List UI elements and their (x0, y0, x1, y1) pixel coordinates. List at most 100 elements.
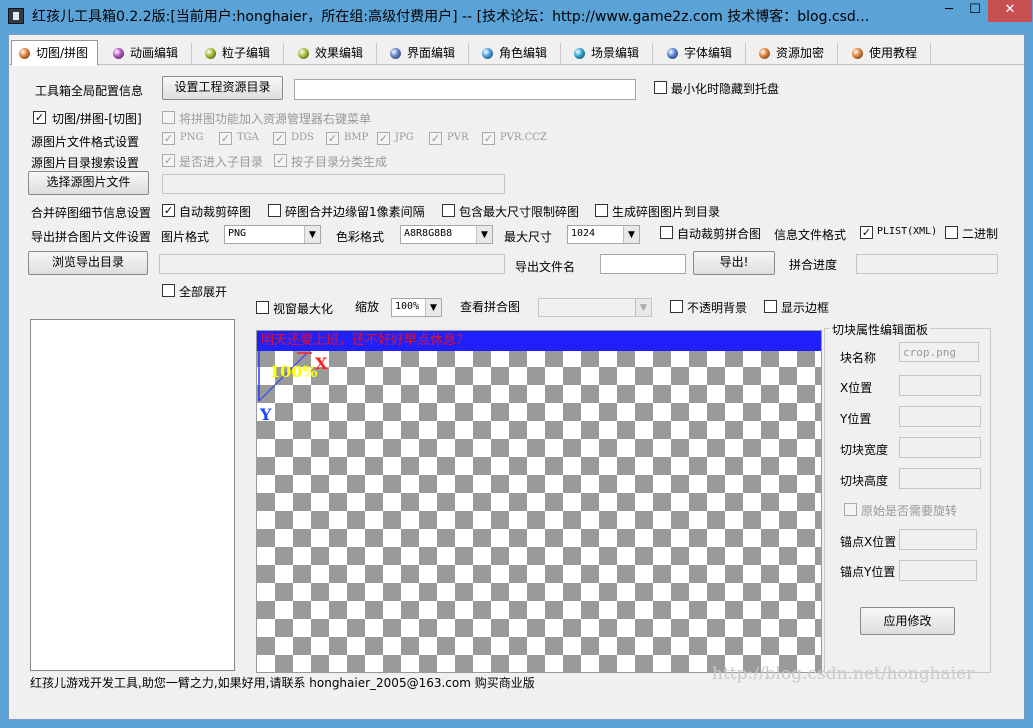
minimize-button[interactable]: ─ (936, 0, 962, 22)
maximize-view-checkbox[interactable] (256, 301, 269, 314)
gen-to-dir-checkbox[interactable] (595, 204, 608, 217)
format-bmp-checkbox[interactable]: ✓ (326, 132, 339, 145)
chevron-down-icon: ▼ (476, 226, 492, 243)
max-size-select[interactable]: 1024 ▼ (567, 225, 640, 244)
tab-label: 切图/拼图 (36, 46, 89, 60)
watermark-text: http://blog.csdn.net/honghaier (712, 664, 975, 684)
maximize-view-label: 视窗最大化 (273, 302, 334, 316)
tab-character[interactable]: 角色编辑 (475, 43, 561, 65)
auto-crop-checkbox[interactable]: ✓ (162, 204, 175, 217)
tile-width-field[interactable] (899, 437, 981, 458)
format-pvrccz-checkbox[interactable]: ✓ (482, 132, 495, 145)
preview-canvas[interactable]: 明天还要上班，还不好好早点休息？ 100% X Y (256, 330, 822, 673)
tile-name-label: 块名称 (840, 351, 877, 365)
format-jpg-label: JPG (395, 132, 414, 143)
tab-encrypt[interactable]: 资源加密 (752, 43, 838, 65)
export-name-field[interactable] (600, 254, 686, 274)
format-png-checkbox[interactable]: ✓ (162, 132, 175, 145)
tab-crop[interactable]: 切图/拼图 (11, 40, 98, 66)
browse-export-button[interactable]: 浏览导出目录 (28, 251, 148, 275)
format-dds-checkbox[interactable]: ✓ (273, 132, 286, 145)
tab-particle[interactable]: 粒子编辑 (198, 43, 284, 65)
tile-height-field[interactable] (899, 468, 981, 489)
edge-pad-label: 碎图合并边缘留1像素间隔 (285, 205, 425, 219)
format-pvr-checkbox[interactable]: ✓ (429, 132, 442, 145)
project-dir-field[interactable] (294, 79, 636, 100)
anchor-y-field[interactable] (899, 560, 977, 581)
close-button[interactable]: ✕ (988, 0, 1032, 22)
tab-tutorial[interactable]: 使用教程 (845, 43, 931, 65)
expand-all-label: 全部展开 (179, 285, 228, 299)
merge-detail-label: 合并碎图细节信息设置 (31, 206, 152, 220)
opaque-bg-checkbox[interactable] (670, 300, 683, 313)
auto-crop-label: 自动裁剪碎图 (179, 205, 252, 219)
rotate-label: 原始是否需要旋转 (861, 504, 958, 518)
maximize-button[interactable]: ☐ (962, 0, 988, 22)
tab-gem-icon (298, 48, 309, 59)
explorer-menu-checkbox[interactable] (162, 111, 175, 124)
show-border-label: 显示边框 (781, 301, 830, 315)
tab-gem-icon (19, 48, 30, 59)
zoom-select[interactable]: 100% ▼ (391, 298, 442, 317)
max-size-value: 1024 (571, 228, 596, 239)
explorer-menu-label: 将拼图功能加入资源管理器右键菜单 (179, 112, 372, 126)
max-size-limit-checkbox[interactable] (442, 204, 455, 217)
merge-progress-bar (856, 254, 998, 274)
tab-gem-icon (113, 48, 124, 59)
subdir-classify-checkbox[interactable]: ✓ (274, 154, 287, 167)
tab-font[interactable]: 字体编辑 (660, 43, 746, 65)
set-project-dir-button[interactable]: 设置工程资源目录 (162, 76, 283, 100)
anchor-x-field[interactable] (899, 529, 977, 550)
expand-all-checkbox[interactable] (162, 284, 175, 297)
export-dir-field[interactable] (159, 254, 505, 274)
image-format-select[interactable]: PNG ▼ (224, 225, 321, 244)
include-subdir-label: 是否进入子目录 (179, 155, 264, 169)
tab-bar: 切图/拼图 动画编辑 粒子编辑 效果编辑 界面编辑 角色编辑 场景编辑 字体编辑… (9, 39, 1024, 66)
plist-label: PLIST(XML) (877, 226, 938, 237)
info-format-label: 信息文件格式 (774, 228, 847, 242)
tab-label: 粒子编辑 (222, 46, 271, 60)
minimize-tray-label: 最小化时隐藏到托盘 (671, 82, 780, 96)
tab-label: 效果编辑 (315, 46, 364, 60)
tab-animation[interactable]: 动画编辑 (106, 43, 192, 65)
source-file-field[interactable] (162, 174, 505, 194)
window-title: 红孩儿工具箱0.2.2版:[当前用户:honghaier，所在组:高级付费用户]… (32, 9, 870, 25)
show-border-checkbox[interactable] (764, 300, 777, 313)
view-merged-select[interactable]: ▼ (538, 298, 652, 317)
tile-x-field[interactable] (899, 375, 981, 396)
tile-y-field[interactable] (899, 406, 981, 427)
anchor-x-label: 锚点X位置 (840, 535, 897, 549)
crop-mode-checkbox[interactable]: ✓ (33, 111, 46, 124)
global-config-label: 工具箱全局配置信息 (35, 84, 144, 98)
tab-gem-icon (482, 48, 493, 59)
export-button[interactable]: 导出! (693, 251, 775, 275)
format-dds-label: DDS (291, 132, 314, 143)
apply-changes-button[interactable]: 应用修改 (860, 607, 955, 635)
color-format-label: 色彩格式 (336, 230, 385, 244)
max-size-label: 最大尺寸 (504, 230, 553, 244)
binary-checkbox[interactable] (945, 226, 958, 239)
rotate-checkbox[interactable] (844, 503, 857, 516)
merge-progress-label: 拼合进度 (789, 258, 838, 272)
tile-name-field[interactable]: crop.png (899, 342, 979, 362)
tab-gem-icon (852, 48, 863, 59)
select-source-button[interactable]: 选择源图片文件 (28, 171, 149, 195)
client-area: 切图/拼图 动画编辑 粒子编辑 效果编辑 界面编辑 角色编辑 场景编辑 字体编辑… (8, 34, 1025, 720)
include-subdir-checkbox[interactable]: ✓ (162, 154, 175, 167)
image-tree-list[interactable] (30, 319, 235, 671)
format-tga-checkbox[interactable]: ✓ (219, 132, 232, 145)
tab-scene[interactable]: 场景编辑 (567, 43, 653, 65)
tab-effect[interactable]: 效果编辑 (291, 43, 377, 65)
panel-title: 切块属性编辑面板 (830, 321, 931, 338)
tab-ui[interactable]: 界面编辑 (383, 43, 469, 65)
tab-gem-icon (574, 48, 585, 59)
format-jpg-checkbox[interactable]: ✓ (377, 132, 390, 145)
tab-label: 角色编辑 (499, 46, 548, 60)
plist-checkbox[interactable]: ✓ (860, 226, 873, 239)
auto-crop-merged-checkbox[interactable] (660, 226, 673, 239)
image-format-label: 图片格式 (161, 230, 210, 244)
app-icon (8, 8, 24, 24)
edge-pad-checkbox[interactable] (268, 204, 281, 217)
color-format-select[interactable]: A8R8G8B8 ▼ (400, 225, 493, 244)
minimize-tray-checkbox[interactable] (654, 81, 667, 94)
